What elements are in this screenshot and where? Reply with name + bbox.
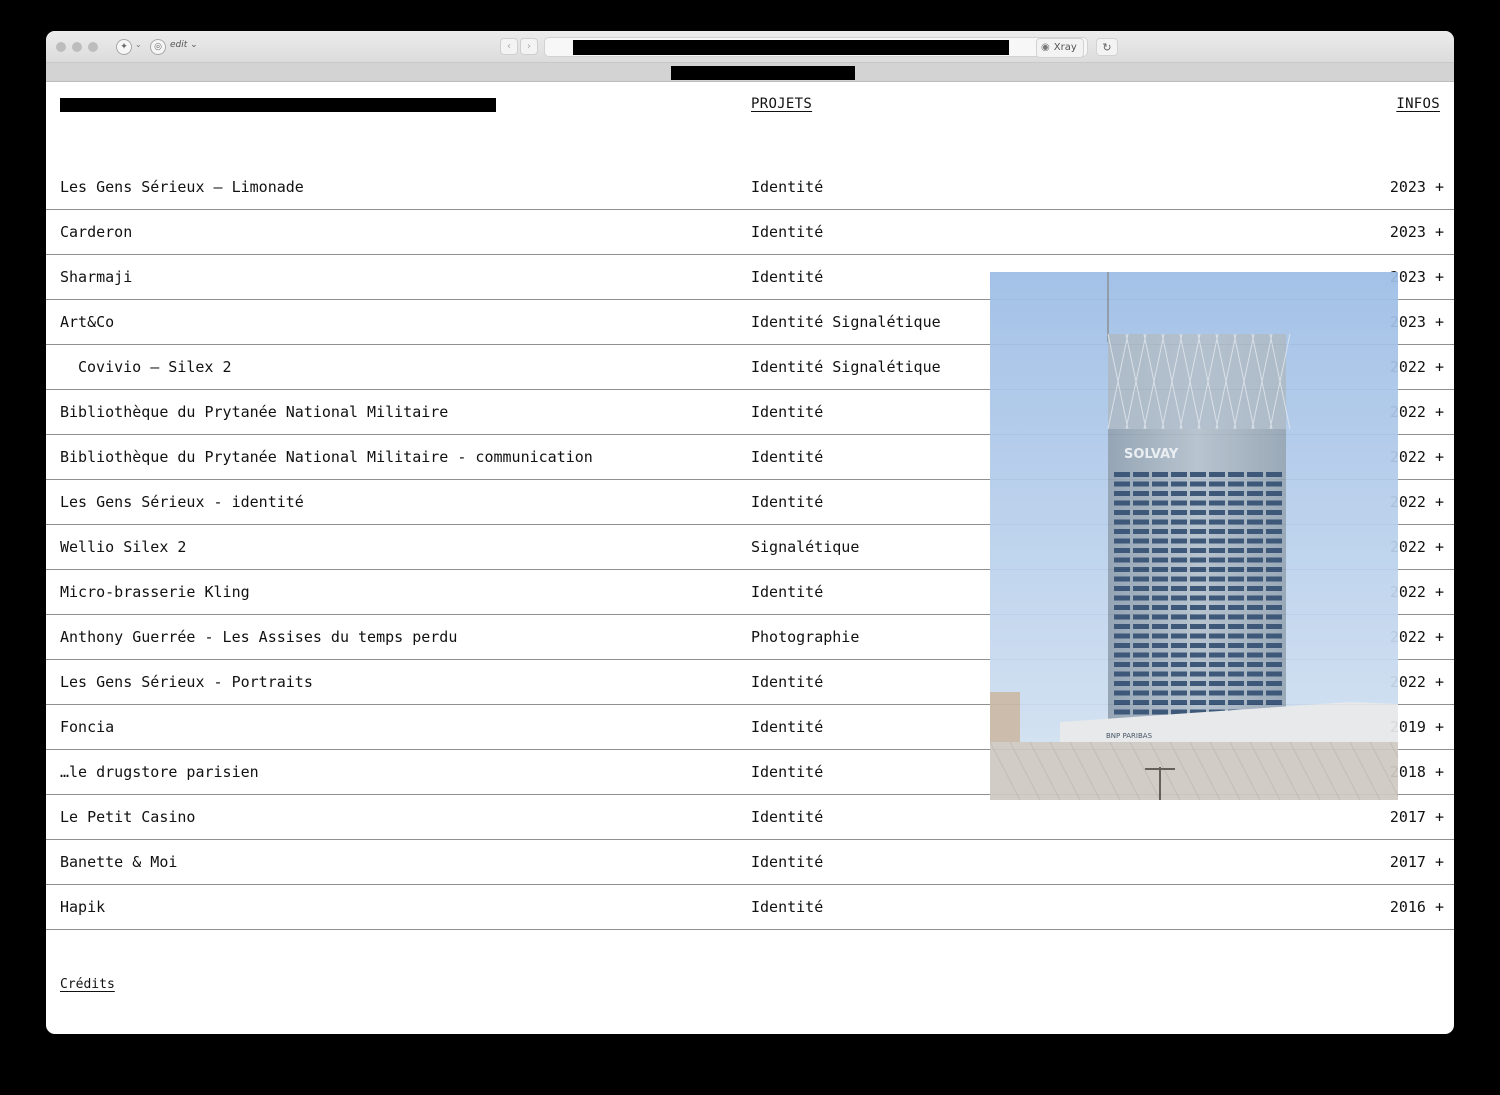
project-category: Identité (751, 853, 824, 871)
project-year-toggle[interactable]: 2023 + (1390, 268, 1444, 286)
edit-menu[interactable]: edit ⌄ (170, 40, 198, 50)
project-row[interactable]: Carderon Identité 2023 + (46, 210, 1454, 255)
target-icon[interactable]: ◎ (150, 39, 166, 55)
project-name: Bibliothèque du Prytanée National Milita… (60, 403, 449, 421)
project-name: …le drugstore parisien (60, 763, 259, 781)
project-row[interactable]: Sharmaji Identité 2023 + (46, 255, 1454, 300)
project-name: Les Gens Sérieux — Limonade (60, 178, 304, 196)
compass-icon[interactable]: ✦ (116, 39, 132, 55)
project-category: Identité (751, 718, 824, 736)
chevron-right-icon: › (527, 41, 531, 52)
project-row[interactable]: Hapik Identité 2016 + (46, 885, 1454, 930)
project-row[interactable]: Art&Co Identité Signalétique 2023 + (46, 300, 1454, 345)
project-year-toggle[interactable]: 2016 + (1390, 898, 1444, 916)
project-category: Identité (751, 268, 824, 286)
minimize-window-button[interactable] (72, 42, 82, 52)
redacted-tab-title[interactable] (671, 66, 855, 80)
project-row[interactable]: …le drugstore parisien Identité 2018 + (46, 750, 1454, 795)
project-category: Identité (751, 673, 824, 691)
project-year-toggle[interactable]: 2022 + (1390, 358, 1444, 376)
eye-icon: ◉ (1041, 42, 1050, 53)
project-row[interactable]: Les Gens Sérieux - Portraits Identité 2022… (46, 660, 1454, 705)
project-year-toggle[interactable]: 2023 + (1390, 313, 1444, 331)
project-category: Identité (751, 403, 824, 421)
project-category: Identité (751, 808, 824, 826)
project-year-toggle[interactable]: 2022 + (1390, 403, 1444, 421)
reload-icon: ↻ (1102, 41, 1112, 54)
project-name: Bibliothèque du Prytanée National Milita… (60, 448, 593, 466)
project-category: Identité (751, 493, 824, 511)
project-category: Signalétique (751, 538, 860, 556)
project-year-toggle[interactable]: 2017 + (1390, 808, 1444, 826)
project-year-toggle[interactable]: 2022 + (1390, 628, 1444, 646)
project-category: Identité (751, 223, 824, 241)
project-category: Identité Signalétique (751, 313, 941, 331)
project-row[interactable]: Foncia Identité 2019 + (46, 705, 1454, 750)
project-year-toggle[interactable]: 2022 + (1390, 493, 1444, 511)
project-category: Identité (751, 763, 824, 781)
project-row[interactable]: Bibliothèque du Prytanée National Milita… (46, 390, 1454, 435)
tab-bar (46, 63, 1454, 82)
project-row[interactable]: Anthony Guerrée - Les Assises du temps p… (46, 615, 1454, 660)
project-category: Identité Signalétique (751, 358, 941, 376)
site-header: PROJETS INFOS (46, 82, 1454, 132)
project-year-toggle[interactable]: 2023 + (1390, 178, 1444, 196)
project-name: Les Gens Sérieux - Portraits (60, 673, 313, 691)
project-year-toggle[interactable]: 2022 + (1390, 538, 1444, 556)
project-year-toggle[interactable]: 2022 + (1390, 673, 1444, 691)
xray-button[interactable]: ◉ Xray (1036, 38, 1084, 58)
chevron-left-icon: ‹ (507, 41, 511, 52)
close-window-button[interactable] (56, 42, 66, 52)
forward-button[interactable]: › (520, 38, 538, 55)
back-button[interactable]: ‹ (500, 38, 518, 55)
project-name: Banette & Moi (60, 853, 178, 871)
project-category: Identité (751, 583, 824, 601)
project-row[interactable]: Banette & Moi Identité 2017 + (46, 840, 1454, 885)
project-year-toggle[interactable]: 2023 + (1390, 223, 1444, 241)
zoom-window-button[interactable] (88, 42, 98, 52)
project-name: Wellio Silex 2 (60, 538, 187, 556)
project-year-toggle[interactable]: 2022 + (1390, 583, 1444, 601)
project-name: Foncia (60, 718, 115, 736)
nav-projets-link[interactable]: PROJETS (751, 96, 812, 112)
credits-link[interactable]: Crédits (60, 977, 115, 992)
project-name: Carderon (60, 223, 133, 241)
project-category: Identité (751, 448, 824, 466)
project-name: Micro-brasserie Kling (60, 583, 250, 601)
address-bar[interactable] (544, 37, 1088, 57)
redacted-url (573, 40, 1009, 55)
project-name: Le Petit Casino (60, 808, 196, 826)
project-category: Photographie (751, 628, 860, 646)
project-row[interactable]: Les Gens Sérieux - identité Identité 2022 … (46, 480, 1454, 525)
project-row[interactable]: Bibliothèque du Prytanée National Milita… (46, 435, 1454, 480)
project-name: Anthony Guerrée - Les Assises du temps p… (60, 628, 458, 646)
project-year-toggle[interactable]: 2018 + (1390, 763, 1444, 781)
project-row[interactable]: Covivio — Silex 2 Identité Signalétique 20… (46, 345, 1454, 390)
chevron-down-icon[interactable]: ⌄ (135, 40, 142, 49)
project-year-toggle[interactable]: 2017 + (1390, 853, 1444, 871)
nav-infos-link[interactable]: INFOS (1396, 96, 1440, 112)
project-name: Sharmaji (60, 268, 133, 286)
project-name: Covivio — Silex 2 (78, 358, 232, 376)
project-category: Identité (751, 178, 824, 196)
redacted-site-logo[interactable] (60, 98, 496, 112)
project-row[interactable]: Le Petit Casino Identité 2017 + (46, 795, 1454, 840)
project-list: Les Gens Sérieux — Limonade Identité 2023 … (46, 165, 1454, 930)
reload-button[interactable]: ↻ (1096, 38, 1118, 56)
project-year-toggle[interactable]: 2019 + (1390, 718, 1444, 736)
project-row[interactable]: Les Gens Sérieux — Limonade Identité 2023 … (46, 165, 1454, 210)
project-name: Art&Co (60, 313, 115, 331)
browser-window: ✦ ⌄ ◎ edit ⌄ ‹ › ◉ Xray ↻ PROJETS INFOS L… (46, 31, 1454, 1034)
project-year-toggle[interactable]: 2022 + (1390, 448, 1444, 466)
browser-titlebar: ✦ ⌄ ◎ edit ⌄ ‹ › ◉ Xray ↻ (46, 31, 1454, 63)
project-category: Identité (751, 898, 824, 916)
project-row[interactable]: Wellio Silex 2 Signalétique 2022 + (46, 525, 1454, 570)
project-name: Hapik (60, 898, 106, 916)
project-name: Les Gens Sérieux - identité (60, 493, 304, 511)
project-row[interactable]: Micro-brasserie Kling Identité 2022 + (46, 570, 1454, 615)
